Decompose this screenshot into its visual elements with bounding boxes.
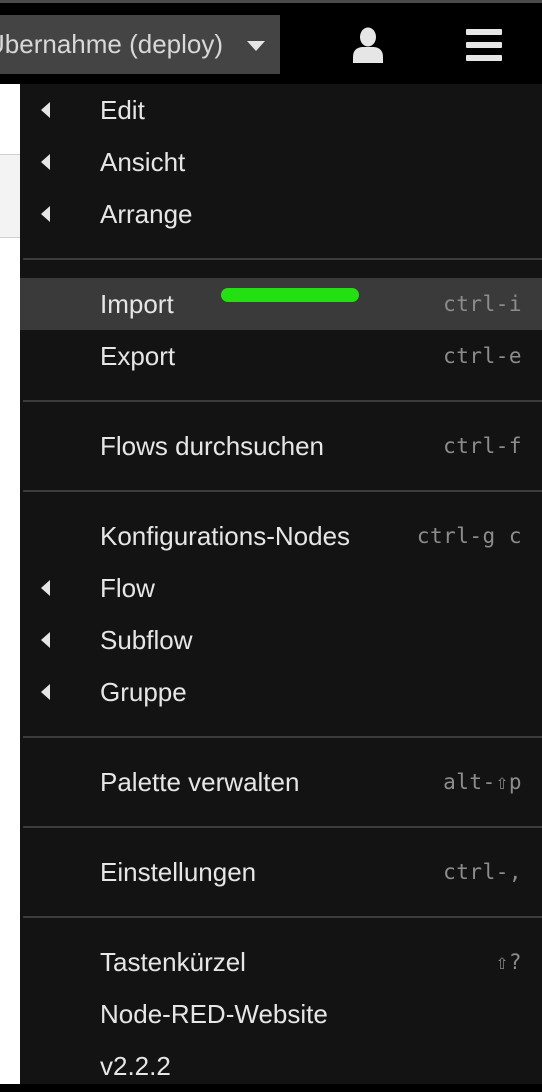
menu-item-label: Konfigurations-Nodes — [100, 521, 351, 551]
menu-item-shortcut: ⇧? — [495, 950, 522, 974]
menu-divider — [20, 240, 542, 278]
menu-item-label: Flows durchsuchen — [100, 431, 324, 461]
version-label: v2.2.2 — [100, 1051, 171, 1081]
menu-item-label: Export — [100, 341, 176, 371]
menu-divider — [20, 898, 542, 936]
main-menu-dropdown: Edit Ansicht Arrange Import ctrl-i Expor… — [20, 84, 542, 1084]
menu-item-shortcut: ctrl-i — [443, 292, 522, 316]
deploy-button[interactable]: Übernahme (deploy) — [0, 15, 280, 74]
menu-item-shortcut: ctrl-g c — [416, 524, 522, 548]
menu-item-search-flows[interactable]: Flows durchsuchen ctrl-f — [20, 420, 542, 472]
menu-divider — [20, 472, 542, 510]
menu-item-label: Ansicht — [100, 147, 186, 177]
user-icon[interactable] — [352, 27, 384, 63]
submenu-arrow-icon — [41, 684, 50, 700]
menu-item-group[interactable]: Gruppe — [20, 666, 542, 718]
menu-item-shortcut: ctrl-, — [443, 860, 522, 884]
header-bar: Übernahme (deploy) — [0, 3, 542, 84]
menu-item-flow[interactable]: Flow — [20, 562, 542, 614]
hamburger-menu-icon[interactable] — [466, 29, 502, 61]
menu-item-arrange[interactable]: Arrange — [20, 188, 542, 240]
menu-item-shortcut: ctrl-f — [443, 434, 522, 458]
menu-divider — [20, 808, 542, 846]
deploy-button-label: Übernahme (deploy) — [0, 29, 224, 59]
submenu-arrow-icon — [41, 154, 50, 170]
submenu-arrow-icon — [41, 580, 50, 596]
menu-item-subflow[interactable]: Subflow — [20, 614, 542, 666]
submenu-arrow-icon — [41, 632, 50, 648]
menu-item-label: Flow — [100, 573, 155, 603]
menu-item-label: Gruppe — [100, 677, 187, 707]
menu-item-version: v2.2.2 — [20, 1040, 542, 1092]
menu-divider — [20, 718, 542, 756]
menu-item-label: Palette verwalten — [100, 767, 300, 797]
menu-item-label: Edit — [100, 95, 145, 125]
menu-item-settings[interactable]: Einstellungen ctrl-, — [20, 846, 542, 898]
workspace-canvas — [0, 84, 20, 1084]
menu-item-export[interactable]: Export ctrl-e — [20, 330, 542, 382]
menu-item-website[interactable]: Node-RED-Website — [20, 988, 542, 1040]
menu-item-keyboard-shortcuts[interactable]: Tastenkürzel ⇧? — [20, 936, 542, 988]
submenu-arrow-icon — [41, 102, 50, 118]
caret-down-icon[interactable] — [247, 41, 265, 51]
menu-item-import[interactable]: Import ctrl-i — [20, 278, 542, 330]
menu-item-label: Subflow — [100, 625, 193, 655]
menu-item-shortcut: alt-⇧p — [443, 770, 522, 794]
menu-divider — [20, 382, 542, 420]
menu-item-label: Einstellungen — [100, 857, 257, 887]
menu-item-label: Arrange — [100, 199, 193, 229]
menu-item-label: Tastenkürzel — [100, 947, 246, 977]
menu-item-manage-palette[interactable]: Palette verwalten alt-⇧p — [20, 756, 542, 808]
menu-item-view[interactable]: Ansicht — [20, 136, 542, 188]
menu-item-label: Node-RED-Website — [100, 999, 328, 1029]
menu-item-edit[interactable]: Edit — [20, 84, 542, 136]
menu-item-label: Import — [100, 289, 174, 319]
menu-item-config-nodes[interactable]: Konfigurations-Nodes ctrl-g c — [20, 510, 542, 562]
submenu-arrow-icon — [41, 206, 50, 222]
menu-item-shortcut: ctrl-e — [443, 344, 522, 368]
highlight-marker — [221, 288, 359, 302]
